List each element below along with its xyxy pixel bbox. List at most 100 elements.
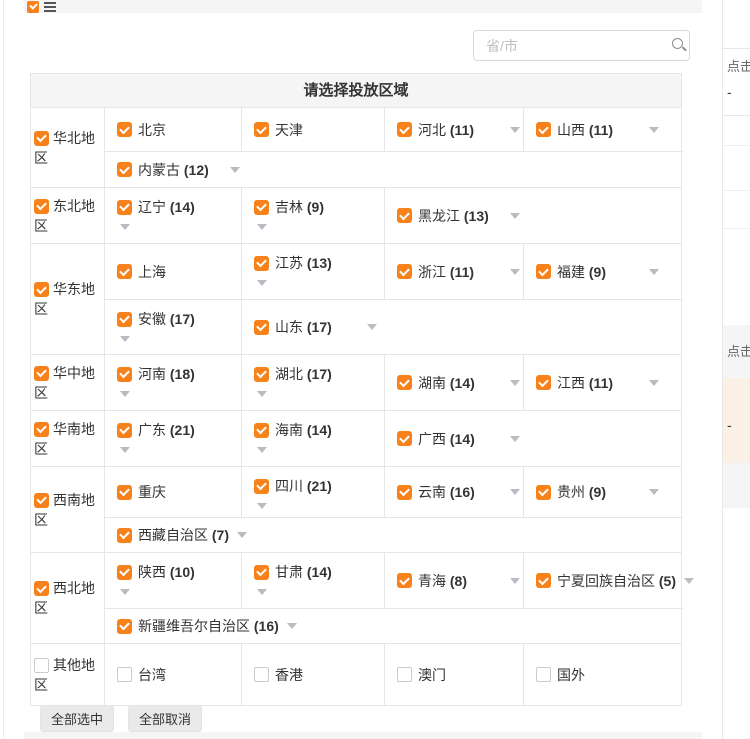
checkbox-icon[interactable] <box>536 375 551 390</box>
region-group-cell[interactable]: 其他地区 <box>31 644 105 705</box>
chevron-down-icon[interactable] <box>287 623 297 629</box>
checkbox-icon[interactable] <box>34 422 49 437</box>
province-cell[interactable]: 北京 <box>105 108 241 151</box>
checkbox-icon[interactable] <box>254 479 269 494</box>
hamburger-icon[interactable] <box>44 2 56 12</box>
checkbox-icon[interactable] <box>34 366 49 381</box>
province-cell[interactable]: 天津 <box>241 108 384 151</box>
checkbox-icon[interactable] <box>254 320 269 335</box>
province-cell[interactable]: 贵州 (9) <box>523 467 683 517</box>
chevron-down-icon[interactable] <box>510 213 520 219</box>
chevron-down-icon[interactable] <box>257 224 267 230</box>
search-input[interactable] <box>474 38 671 54</box>
chevron-down-icon[interactable] <box>649 127 659 133</box>
checkbox-icon[interactable] <box>34 199 49 214</box>
checkbox-icon[interactable] <box>254 565 269 580</box>
chevron-down-icon[interactable] <box>510 269 520 275</box>
search-box[interactable] <box>473 30 690 61</box>
checkbox-icon[interactable] <box>117 565 132 580</box>
region-group-cell[interactable]: 华东地区 <box>31 244 105 354</box>
checkbox-icon[interactable] <box>117 485 132 500</box>
province-cell[interactable]: 四川 (21) <box>241 467 384 517</box>
chevron-down-icon[interactable] <box>684 578 694 584</box>
checkbox-icon[interactable] <box>254 667 269 682</box>
checkbox-icon[interactable] <box>397 264 412 279</box>
checkbox-icon[interactable] <box>34 131 49 146</box>
chevron-down-icon[interactable] <box>230 167 240 173</box>
province-cell[interactable]: 吉林 (9) <box>241 188 384 243</box>
province-cell[interactable]: 广西 (14) <box>384 411 683 466</box>
checkbox-icon[interactable] <box>397 667 412 682</box>
province-cell[interactable]: 湖北 (17) <box>241 355 384 410</box>
chevron-down-icon[interactable] <box>237 532 247 538</box>
checkbox-icon[interactable] <box>34 658 49 673</box>
province-cell[interactable]: 黑龙江 (13) <box>384 188 683 243</box>
checkbox-icon[interactable] <box>397 573 412 588</box>
chevron-down-icon[interactable] <box>510 380 520 386</box>
checkbox-icon[interactable] <box>536 122 551 137</box>
chevron-down-icon[interactable] <box>510 127 520 133</box>
checkbox-icon[interactable] <box>117 312 132 327</box>
chevron-down-icon[interactable] <box>649 489 659 495</box>
province-cell[interactable]: 台湾 <box>105 644 241 705</box>
checkbox-icon[interactable] <box>254 423 269 438</box>
chevron-down-icon[interactable] <box>120 224 130 230</box>
province-cell[interactable]: 广东 (21) <box>105 411 241 466</box>
checkbox-icon[interactable] <box>397 208 412 223</box>
province-cell[interactable]: 河南 (18) <box>105 355 241 410</box>
province-cell[interactable]: 湖南 (14) <box>384 355 523 410</box>
chevron-down-icon[interactable] <box>257 280 267 286</box>
chevron-down-icon[interactable] <box>257 503 267 509</box>
province-cell[interactable]: 重庆 <box>105 467 241 517</box>
province-cell[interactable]: 辽宁 (14) <box>105 188 241 243</box>
checkbox-icon[interactable] <box>117 122 132 137</box>
select-all-button[interactable]: 全部选中 <box>40 705 114 732</box>
province-cell[interactable]: 香港 <box>241 644 384 705</box>
province-cell[interactable]: 海南 (14) <box>241 411 384 466</box>
province-cell[interactable]: 江苏 (13) <box>241 244 384 299</box>
chevron-down-icon[interactable] <box>120 391 130 397</box>
checkbox-icon[interactable] <box>27 1 39 13</box>
region-group-cell[interactable]: 华北地区 <box>31 108 105 187</box>
checkbox-icon[interactable] <box>536 573 551 588</box>
province-cell[interactable]: 国外 <box>523 644 683 705</box>
province-cell[interactable]: 江西 (11) <box>523 355 683 410</box>
search-icon[interactable] <box>671 37 689 55</box>
checkbox-icon[interactable] <box>34 493 49 508</box>
checkbox-icon[interactable] <box>397 485 412 500</box>
province-cell[interactable]: 山东 (17) <box>241 300 683 354</box>
checkbox-icon[interactable] <box>254 200 269 215</box>
chevron-down-icon[interactable] <box>649 269 659 275</box>
checkbox-icon[interactable] <box>117 200 132 215</box>
chevron-down-icon[interactable] <box>367 324 377 330</box>
checkbox-icon[interactable] <box>117 264 132 279</box>
chevron-down-icon[interactable] <box>510 489 520 495</box>
checkbox-icon[interactable] <box>397 431 412 446</box>
checkbox-icon[interactable] <box>117 162 132 177</box>
checkbox-icon[interactable] <box>536 485 551 500</box>
province-cell[interactable]: 西藏自治区 (7) <box>105 518 683 552</box>
checkbox-icon[interactable] <box>397 375 412 390</box>
province-cell[interactable]: 安徽 (17) <box>105 300 241 354</box>
province-cell[interactable]: 青海 (8) <box>384 553 523 608</box>
region-group-cell[interactable]: 华南地区 <box>31 411 105 466</box>
province-cell[interactable]: 河北 (11) <box>384 108 523 151</box>
province-cell[interactable]: 陕西 (10) <box>105 553 241 608</box>
province-cell[interactable]: 宁夏回族自治区 (5) <box>523 553 683 608</box>
province-cell[interactable]: 浙江 (11) <box>384 244 523 299</box>
checkbox-icon[interactable] <box>254 122 269 137</box>
checkbox-icon[interactable] <box>117 367 132 382</box>
checkbox-icon[interactable] <box>34 581 49 596</box>
checkbox-icon[interactable] <box>536 667 551 682</box>
chevron-down-icon[interactable] <box>257 589 267 595</box>
checkbox-icon[interactable] <box>117 619 132 634</box>
checkbox-icon[interactable] <box>536 264 551 279</box>
cancel-all-button[interactable]: 全部取消 <box>128 705 202 732</box>
checkbox-icon[interactable] <box>254 256 269 271</box>
region-group-cell[interactable]: 东北地区 <box>31 188 105 243</box>
province-cell[interactable]: 新疆维吾尔自治区 (16) <box>105 609 683 643</box>
region-group-cell[interactable]: 西南地区 <box>31 467 105 552</box>
province-cell[interactable]: 上海 <box>105 244 241 299</box>
province-cell[interactable]: 山西 (11) <box>523 108 683 151</box>
checkbox-icon[interactable] <box>117 423 132 438</box>
